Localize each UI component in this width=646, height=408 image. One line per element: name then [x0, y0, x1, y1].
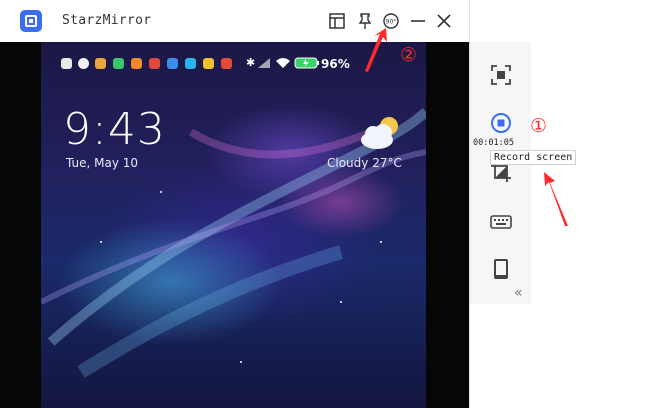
play-store-icon — [61, 58, 72, 69]
cloudy-sun-icon — [361, 117, 398, 149]
tablet-icon — [494, 259, 508, 279]
wallpaper-streaks — [41, 108, 426, 378]
lockscreen-date: Tue, May 10 — [66, 156, 139, 170]
status-app-icon — [203, 58, 214, 69]
tablet-button[interactable] — [471, 254, 531, 284]
annotation-two: ② — [400, 44, 418, 66]
signal-icon — [258, 58, 270, 68]
minimize-icon[interactable] — [408, 11, 428, 31]
rotate-90-icon[interactable]: 90° — [381, 11, 401, 31]
status-app-icon — [185, 58, 196, 69]
keyboard-icon — [490, 215, 512, 229]
close-icon[interactable] — [434, 11, 454, 31]
collapse-toolbar-button[interactable]: « — [514, 285, 523, 301]
battery-icon — [294, 57, 319, 69]
keyboard-button[interactable] — [471, 207, 531, 237]
rotate-label: 90° — [386, 19, 397, 26]
mirror-viewer[interactable]: ✱ 96% 9:43 Tue, May 10 Cloudy 27°C — [0, 42, 469, 408]
status-bar: ✱ 96% — [41, 42, 426, 72]
record-screen-tooltip: Record screen — [490, 150, 577, 165]
title-bar: StarzMirror 90° — [0, 0, 470, 43]
fullscreen-button[interactable] — [471, 60, 531, 90]
pin-icon[interactable] — [355, 11, 375, 31]
bluetooth-icon: ✱ — [246, 56, 256, 69]
status-app-icon — [149, 58, 160, 69]
wifi-icon — [276, 58, 290, 68]
battery-level: 96% — [321, 57, 350, 71]
record-icon — [491, 113, 511, 133]
lockscreen-time: 9:43 — [63, 104, 166, 155]
status-app-icon — [95, 58, 106, 69]
app-logo-icon — [20, 10, 42, 32]
status-app-icon — [78, 58, 89, 69]
annotation-one: ① — [530, 115, 548, 137]
fullscreen-icon — [491, 65, 511, 85]
record-timer: 00:01:05 — [473, 138, 514, 148]
phone-screen[interactable]: ✱ 96% 9:43 Tue, May 10 Cloudy 27°C — [41, 42, 426, 408]
status-app-icon — [113, 58, 124, 69]
layout-icon[interactable] — [327, 11, 347, 31]
status-app-icon — [131, 58, 142, 69]
lockscreen-weather: Cloudy 27°C — [327, 156, 402, 170]
status-app-icon — [221, 58, 232, 69]
record-screen-button[interactable] — [471, 108, 531, 138]
app-title: StarzMirror — [62, 13, 152, 28]
status-app-icon — [167, 58, 178, 69]
side-toolbar — [470, 42, 531, 304]
